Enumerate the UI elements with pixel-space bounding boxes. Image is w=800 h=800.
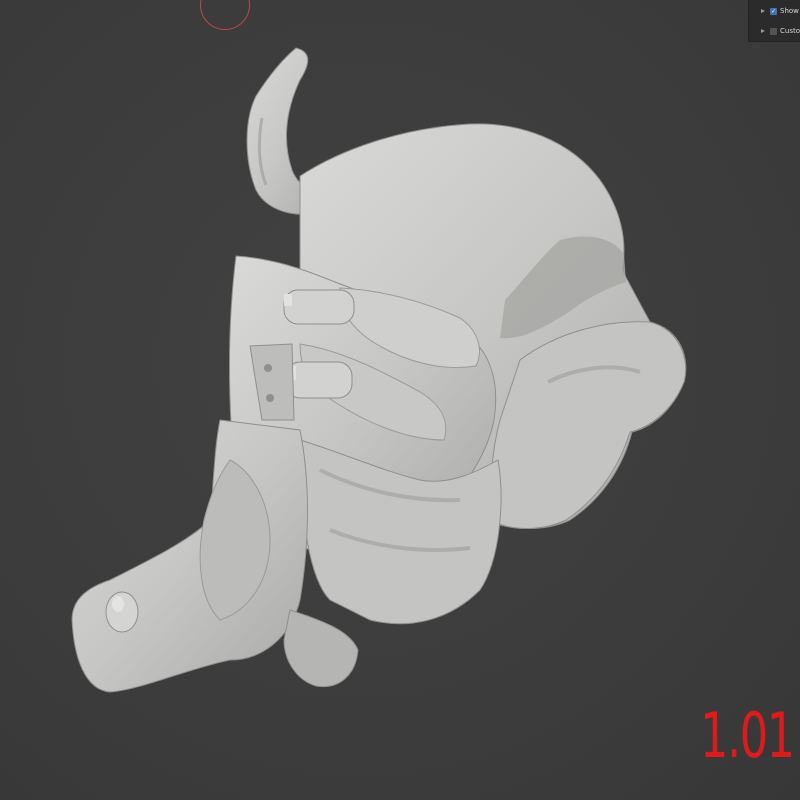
3d-viewport[interactable]: ✓ Show G Custom 1.01 — [0, 0, 800, 800]
viewport-overlay-panel: ✓ Show G Custom — [748, 0, 800, 42]
snout-plate — [71, 419, 308, 693]
version-annotation: 1.01 — [700, 699, 795, 772]
checkbox-checked-icon[interactable]: ✓ — [770, 7, 777, 15]
bolt-upper — [283, 289, 355, 325]
sculpted-mask-mesh[interactable] — [0, 0, 800, 800]
overlay-row-show[interactable]: ✓ Show G — [749, 3, 800, 19]
snout-button — [105, 591, 139, 633]
overlay-row-custom[interactable]: Custom — [749, 23, 800, 39]
checkbox-unchecked-icon[interactable] — [770, 27, 777, 35]
overlay-label: Show G — [780, 7, 800, 15]
triangle-right-icon[interactable] — [761, 29, 765, 33]
triangle-right-icon[interactable] — [761, 9, 765, 13]
overlay-label: Custom — [780, 27, 800, 35]
